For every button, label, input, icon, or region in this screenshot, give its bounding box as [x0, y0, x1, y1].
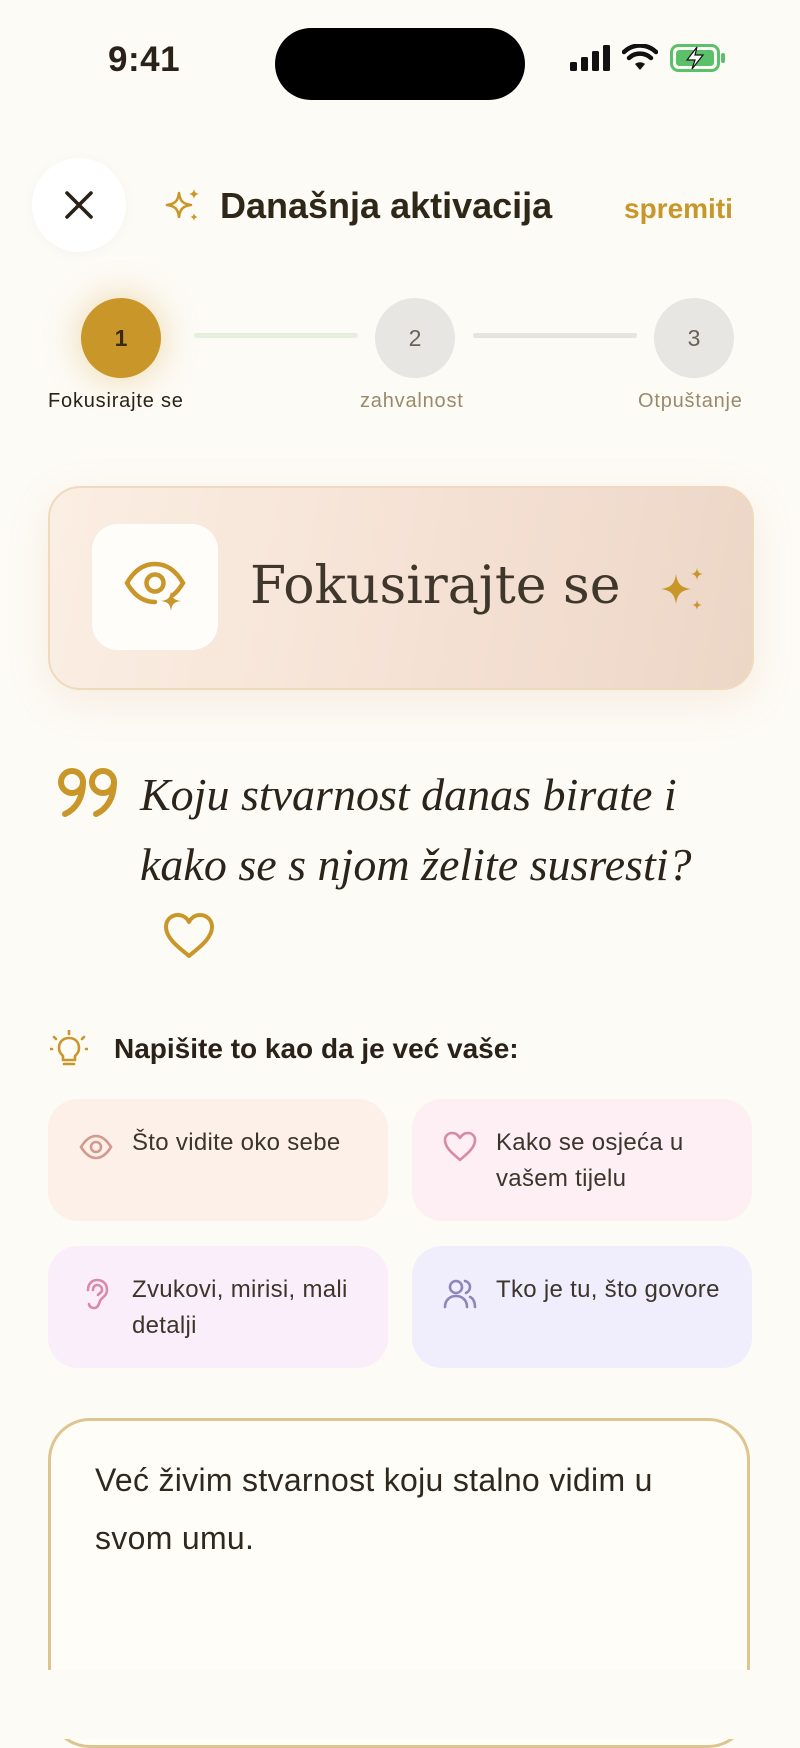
dynamic-island: [275, 28, 525, 100]
bottom-cutoff: [0, 1670, 800, 1739]
tip-card-people: Tko je tu, što govore: [412, 1246, 752, 1368]
page-title: Današnja aktivacija: [220, 185, 553, 226]
close-button[interactable]: [32, 158, 126, 252]
step-3-circle[interactable]: 3: [654, 298, 734, 378]
tip-text: Tko je tu, što govore: [496, 1276, 720, 1303]
eye-icon: [79, 1134, 113, 1160]
cellular-signal-icon: [570, 45, 610, 71]
status-icons: [570, 44, 726, 72]
answer-text: Već živim stvarnost koju stalno vidim u …: [95, 1462, 653, 1556]
step-1-label: Fokusirajte se: [48, 390, 184, 412]
focus-card: Fokusirajte se: [48, 486, 754, 690]
tip-text: Što vidite oko sebe: [132, 1129, 341, 1156]
tip-card-feel: Kako se osjeća u vašem tijelu: [412, 1099, 752, 1221]
focus-icon-box: [92, 524, 218, 650]
tip-card-see: Što vidite oko sebe: [48, 1099, 388, 1221]
status-time: 9:41: [108, 40, 181, 79]
step-1-circle[interactable]: 1: [81, 298, 161, 378]
eye-sparkle-icon: [124, 561, 186, 611]
step-connector-1: [194, 333, 358, 338]
header-title-group: Današnja aktivacija: [164, 185, 552, 227]
heart-icon: [443, 1131, 477, 1162]
sparkles-icon: [165, 189, 199, 221]
wifi-icon: [622, 44, 658, 70]
focus-card-title: Fokusirajte se: [250, 556, 621, 616]
lightbulb-icon: [50, 1030, 88, 1066]
prompt-question: Koju stvarnost danas birate i kako se s …: [140, 769, 692, 890]
step-2-circle[interactable]: 2: [375, 298, 455, 378]
step-connector-2: [473, 333, 637, 338]
heart-icon[interactable]: [162, 912, 216, 960]
ear-icon: [86, 1278, 109, 1310]
tip-text: Zvukovi, mirisi, mali detalji: [132, 1276, 348, 1339]
save-button[interactable]: spremiti: [624, 193, 733, 225]
battery-charging-icon: [670, 44, 725, 72]
close-icon: [65, 191, 93, 219]
quote-icon: [58, 768, 117, 817]
users-icon: [443, 1279, 477, 1309]
tip-card-sounds: Zvukovi, mirisi, mali detalji: [48, 1246, 388, 1368]
step-2-label: zahvalnost: [360, 390, 464, 412]
hint-title: Napišite to kao da je već vaše:: [114, 1033, 519, 1064]
sparkles-icon: [661, 568, 703, 610]
hint-header: Napišite to kao da je već vaše:: [50, 1030, 519, 1068]
step-3-label: Otpuštanje: [638, 390, 743, 412]
tip-text: Kako se osjeća u vašem tijelu: [496, 1129, 684, 1192]
